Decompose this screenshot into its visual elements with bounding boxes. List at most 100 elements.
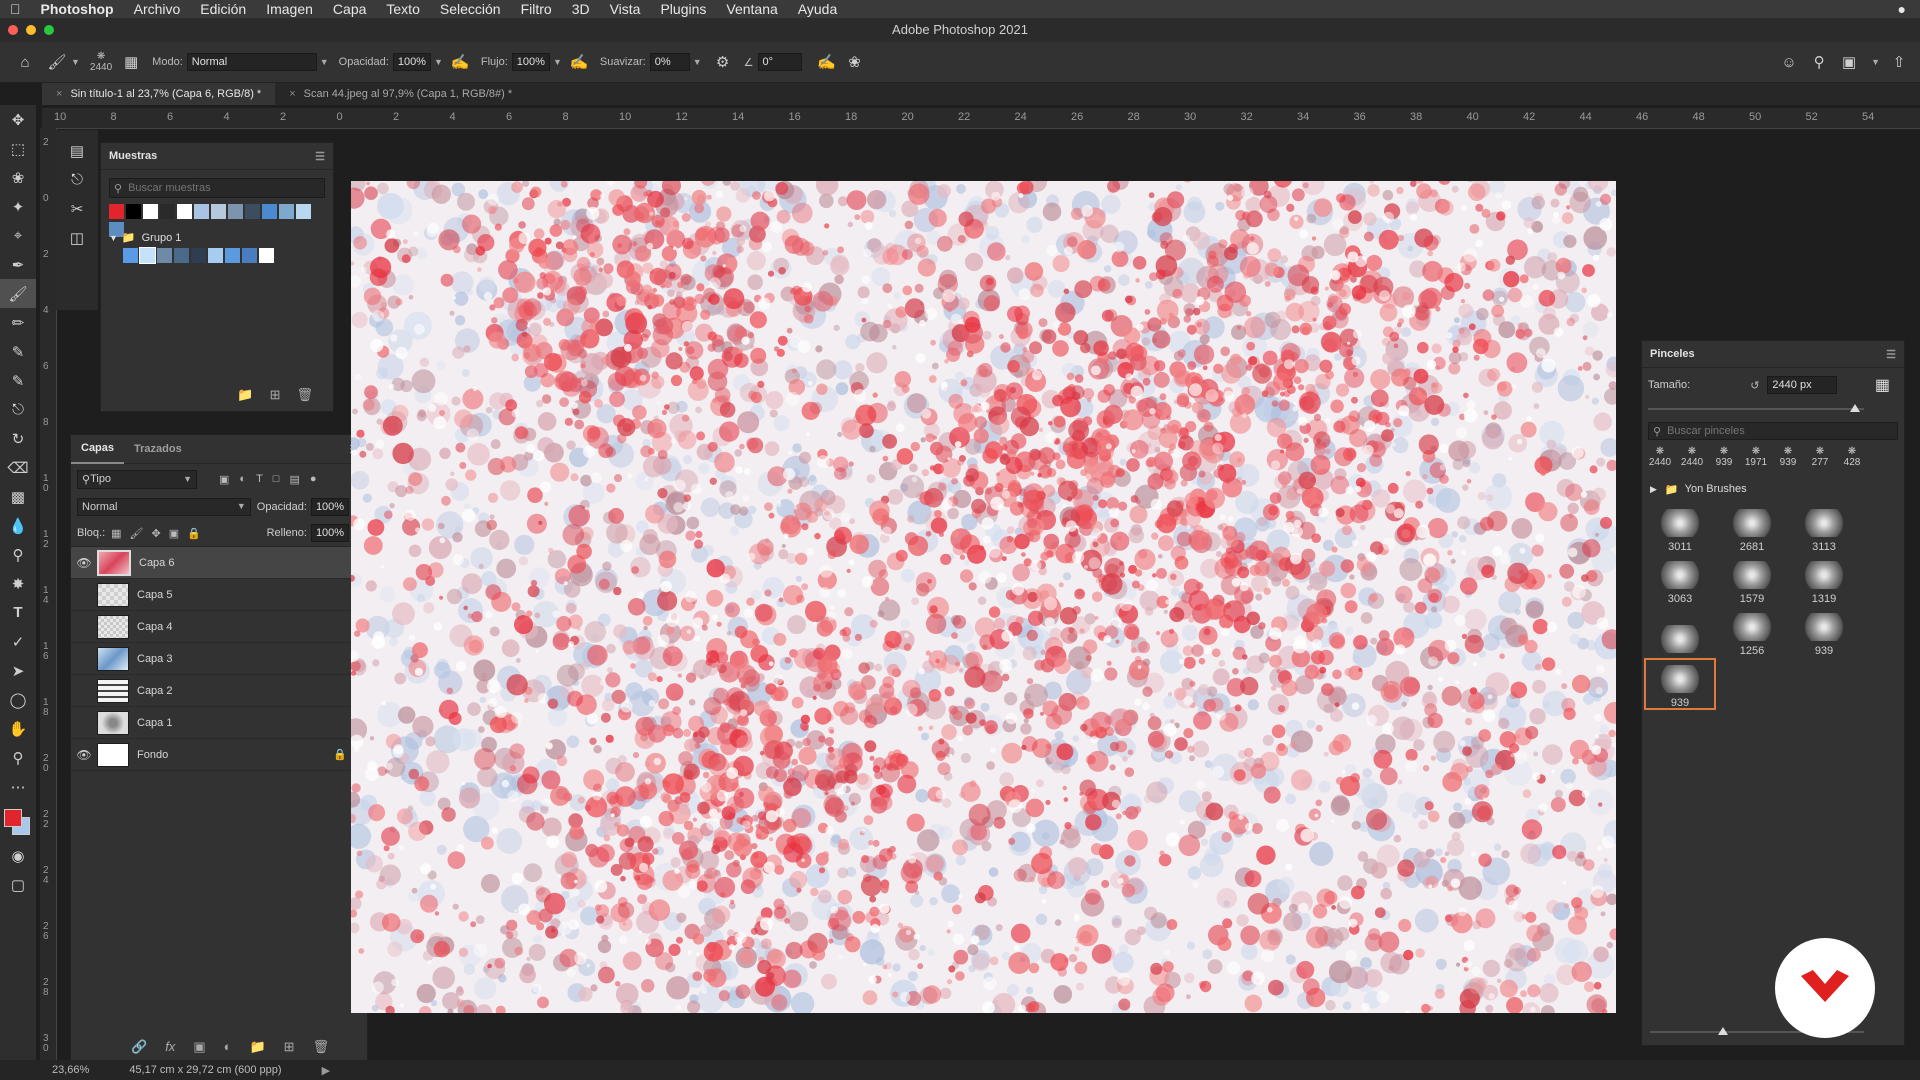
layer-filter-select[interactable]: ⚲ Tipo ▼	[77, 469, 197, 489]
stamp-tool-icon[interactable]: ⎋	[0, 395, 36, 424]
layer-row-capa-5[interactable]: Capa 5	[71, 579, 367, 611]
brush-folder-name[interactable]: Yon Brushes	[1685, 483, 1747, 495]
airbrush-icon[interactable]: ✍	[568, 51, 590, 73]
recent-brush-item[interactable]: ❋ 939	[1710, 446, 1738, 478]
brush-settings-icon[interactable]: ▦	[1875, 375, 1890, 395]
color-swatch[interactable]	[177, 204, 192, 219]
layer-row-capa-1[interactable]: Capa 1	[71, 707, 367, 739]
magic-wand-tool-icon[interactable]: ✦	[0, 192, 36, 221]
new-group-icon[interactable]: 📁	[249, 1039, 265, 1055]
tab-paths[interactable]: Trazados	[124, 435, 192, 463]
chevron-down-icon[interactable]: ▼	[1871, 57, 1880, 67]
healing-brush-icon[interactable]: ✎	[0, 366, 36, 395]
ellipse-tool-icon[interactable]: ◯	[0, 685, 36, 714]
minimize-window-button[interactable]	[26, 25, 36, 35]
trash-icon[interactable]: 🗑	[313, 1039, 330, 1055]
brush-preset[interactable]: 1319	[1789, 555, 1859, 605]
quick-mask-icon[interactable]: ◉	[0, 841, 36, 870]
brush-settings-icon[interactable]: ▦	[120, 51, 142, 73]
recent-brush-item[interactable]: ❋ 2440	[1646, 446, 1674, 478]
color-swatch[interactable]	[191, 248, 206, 263]
color-swatch[interactable]	[296, 204, 311, 219]
close-icon[interactable]: ×	[289, 88, 295, 100]
panel-menu-icon[interactable]: ☰	[315, 150, 325, 163]
lock-transparent-icon[interactable]: ▦	[111, 527, 121, 540]
new-swatch-icon[interactable]: ⊞	[270, 387, 281, 403]
hand-tool-icon[interactable]: ✋	[0, 714, 36, 743]
menu-plugins[interactable]: Plugins	[650, 1, 716, 17]
pencil-tool-icon[interactable]: ✏	[0, 308, 36, 337]
tab-layers[interactable]: Capas	[71, 434, 125, 464]
filter-adjustment-icon[interactable]: ◐	[239, 473, 246, 486]
menu-ayuda[interactable]: Ayuda	[788, 1, 847, 17]
lasso-tool-icon[interactable]: ❀	[0, 163, 36, 192]
brush-preset[interactable]	[1645, 607, 1715, 657]
filter-pixel-icon[interactable]: ▣	[219, 473, 229, 486]
menu-filtro[interactable]: Filtro	[511, 1, 562, 17]
recent-brush-item[interactable]: ❋ 1971	[1742, 446, 1770, 478]
color-swatch[interactable]	[109, 204, 124, 219]
menu-imagen[interactable]: Imagen	[256, 1, 323, 17]
color-swatch[interactable]	[225, 248, 240, 263]
color-swatch[interactable]	[242, 248, 257, 263]
recent-brush-item[interactable]: ❋ 939	[1774, 446, 1802, 478]
brush-tool-preset[interactable]: 🖌 ▼	[46, 51, 79, 73]
lock-pixels-icon[interactable]: 🖌	[130, 527, 144, 540]
record-icon[interactable]: ●	[1898, 1, 1906, 17]
layer-style-icon[interactable]: fx	[165, 1039, 175, 1055]
eye-icon[interactable]: 👁	[71, 748, 97, 762]
apple-icon[interactable]: 	[0, 1, 31, 17]
menu-texto[interactable]: Texto	[376, 1, 429, 17]
brush-preset[interactable]: 939	[1644, 658, 1716, 710]
color-swatch[interactable]	[139, 247, 156, 264]
history-brush-icon[interactable]: ↻	[0, 424, 36, 453]
color-swatch[interactable]	[123, 248, 138, 263]
mode-select[interactable]: Normal	[186, 53, 317, 71]
eye-icon[interactable]: 👁	[71, 556, 97, 570]
color-swatch[interactable]	[279, 204, 294, 219]
layer-row-capa-2[interactable]: Capa 2	[71, 675, 367, 707]
fill-input[interactable]: 100%	[310, 524, 350, 542]
tab-document-2[interactable]: × Scan 44.jpeg al 97,9% (Capa 1, RGB/8#) …	[275, 83, 526, 105]
layer-row-capa-3[interactable]: Capa 3	[71, 643, 367, 675]
size-input[interactable]: 2440 px	[1767, 376, 1838, 394]
lock-all-icon[interactable]: 🔒	[187, 527, 201, 540]
blur-tool-icon[interactable]: 💧	[0, 511, 36, 540]
layer-row-capa-4[interactable]: Capa 4	[71, 611, 367, 643]
size-slider[interactable]	[1648, 402, 1864, 416]
color-swatch[interactable]	[126, 204, 141, 219]
document-canvas[interactable]	[351, 181, 1616, 1013]
gear-icon[interactable]: ⚙	[712, 51, 734, 73]
pressure-opacity-icon[interactable]: ✍	[449, 51, 471, 73]
panel-menu-icon[interactable]: ☰	[1886, 348, 1896, 361]
symmetry-icon[interactable]: ❀	[844, 51, 866, 73]
color-swatch[interactable]	[211, 204, 226, 219]
user-icon[interactable]: ☺	[1778, 51, 1800, 73]
eraser-tool-icon[interactable]: ⌫	[0, 453, 36, 482]
more-tools-icon[interactable]: ⋯	[0, 772, 36, 801]
type-tool-icon[interactable]: T	[0, 598, 36, 627]
menu-vista[interactable]: Vista	[600, 1, 651, 17]
zoom-window-button[interactable]	[44, 25, 54, 35]
zoom-tool-icon[interactable]: ⚲	[0, 743, 36, 772]
dodge-tool-icon[interactable]: ⚲	[0, 540, 36, 569]
menu-app-name[interactable]: Photoshop	[31, 1, 124, 17]
home-icon[interactable]: ⌂	[14, 51, 36, 73]
sponge-tool-icon[interactable]: ✸	[0, 569, 36, 598]
filter-toggle-icon[interactable]: ●	[310, 473, 317, 486]
workspace-icon[interactable]: ▣	[1838, 51, 1860, 73]
color-swatch[interactable]	[245, 204, 260, 219]
pressure-size-icon[interactable]: ✍	[816, 51, 838, 73]
color-swatch[interactable]	[259, 248, 274, 263]
recent-brush-item[interactable]: ❋ 2440	[1678, 446, 1706, 478]
blend-mode-select[interactable]: Normal ▼	[77, 498, 251, 516]
lock-artboard-icon[interactable]: ▣	[169, 527, 179, 540]
brush-tool-icon[interactable]: 🖌	[0, 279, 36, 308]
brush-preset[interactable]: 2681	[1717, 503, 1787, 553]
history-panel-icon[interactable]: ▤	[56, 136, 98, 165]
new-layer-icon[interactable]: ⊞	[284, 1039, 295, 1055]
eyedropper-tool-icon[interactable]: ✒	[0, 250, 36, 279]
close-window-button[interactable]	[8, 25, 18, 35]
path-select-icon[interactable]: ➤	[0, 656, 36, 685]
new-group-icon[interactable]: 📁	[237, 387, 253, 403]
